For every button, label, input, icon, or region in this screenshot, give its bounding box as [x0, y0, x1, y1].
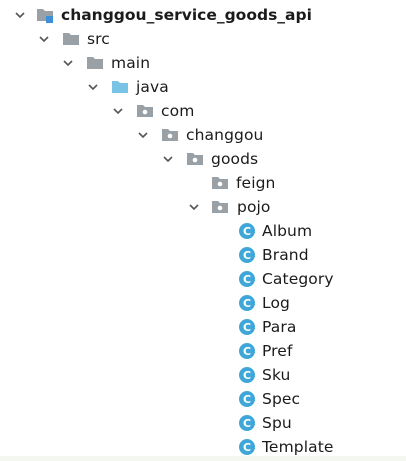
folder-label-src: src [87, 30, 110, 48]
tree-node-pojo[interactable]: pojo [188, 196, 308, 218]
chevron-down-icon[interactable] [137, 129, 149, 141]
tree-node-changgou[interactable]: changgou [137, 124, 297, 146]
chevron-down-icon[interactable] [14, 9, 26, 21]
chevron-down-icon[interactable] [87, 81, 99, 93]
package-label-pojo: pojo [237, 198, 271, 216]
class-label: Brand [262, 246, 309, 264]
tree-node-class-album[interactable]: C Album [238, 220, 378, 242]
class-icon: C [239, 319, 255, 335]
tree-node-class-sku[interactable]: C Sku [238, 364, 378, 386]
tree-node-com[interactable]: com [112, 100, 232, 122]
class-label: Log [262, 294, 290, 312]
tree-node-class-pref[interactable]: C Pref [238, 340, 378, 362]
chevron-down-icon[interactable] [162, 153, 174, 165]
class-label: Spu [262, 414, 292, 432]
class-label: Category [262, 270, 334, 288]
class-icon: C [239, 343, 255, 359]
svg-text:C: C [243, 321, 251, 334]
module-label: changgou_service_goods_api [61, 6, 312, 24]
tree-node-class-para[interactable]: C Para [238, 316, 378, 338]
tree-node-java[interactable]: java [87, 76, 207, 98]
package-label-com: com [161, 102, 195, 120]
folder-label-java: java [136, 78, 169, 96]
tree-node-main[interactable]: main [62, 52, 182, 74]
class-label: Para [262, 318, 297, 336]
folder-icon [63, 33, 79, 45]
svg-text:C: C [243, 369, 251, 382]
package-label-changgou: changgou [186, 126, 264, 144]
package-icon [162, 129, 178, 141]
class-label: Pref [262, 342, 293, 360]
class-icon: C [239, 415, 255, 431]
chevron-down-icon[interactable] [62, 57, 74, 69]
class-icon: C [239, 271, 255, 287]
module-folder-icon [37, 9, 53, 23]
source-folder-icon [112, 81, 128, 93]
svg-text:C: C [243, 441, 251, 454]
panel-bottom-edge [0, 456, 406, 461]
class-icon: C [239, 391, 255, 407]
package-label-feign: feign [236, 174, 276, 192]
folder-label-main: main [111, 54, 151, 72]
class-icon: C [239, 295, 255, 311]
tree-node-class-log[interactable]: C Log [238, 292, 378, 314]
tree-node-class-brand[interactable]: C Brand [238, 244, 378, 266]
tree-node-src[interactable]: src [38, 28, 158, 50]
svg-text:C: C [243, 249, 251, 262]
class-icon: C [239, 367, 255, 383]
svg-text:C: C [243, 273, 251, 286]
package-icon [137, 105, 153, 117]
class-label: Template [262, 438, 334, 456]
class-label: Spec [262, 390, 301, 408]
class-icon: C [239, 247, 255, 263]
tree-node-module-root[interactable]: changgou_service_goods_api [14, 4, 314, 26]
tree-node-class-spu[interactable]: C Spu [238, 412, 378, 434]
svg-text:C: C [243, 393, 251, 406]
class-label: Sku [262, 366, 291, 384]
tree-node-goods[interactable]: goods [162, 148, 302, 170]
chevron-down-icon[interactable] [188, 201, 200, 213]
chevron-down-icon[interactable] [38, 33, 50, 45]
svg-text:C: C [243, 297, 251, 310]
tree-node-class-template[interactable]: C Template [238, 436, 388, 458]
class-icon: C [239, 223, 255, 239]
class-icon: C [239, 439, 255, 455]
tree-node-feign[interactable]: feign [211, 172, 311, 194]
svg-text:C: C [243, 345, 251, 358]
chevron-down-icon[interactable] [112, 105, 124, 117]
package-icon [187, 153, 203, 165]
package-icon [212, 177, 228, 189]
tree-node-class-spec[interactable]: C Spec [238, 388, 378, 410]
folder-icon [87, 57, 103, 69]
tree-node-class-category[interactable]: C Category [238, 268, 378, 290]
svg-text:C: C [243, 417, 251, 430]
package-label-goods: goods [211, 150, 259, 168]
project-tree: changgou_service_goods_api src main java [0, 0, 406, 461]
svg-text:C: C [243, 225, 251, 238]
class-label: Album [262, 222, 313, 240]
package-icon [212, 201, 228, 213]
